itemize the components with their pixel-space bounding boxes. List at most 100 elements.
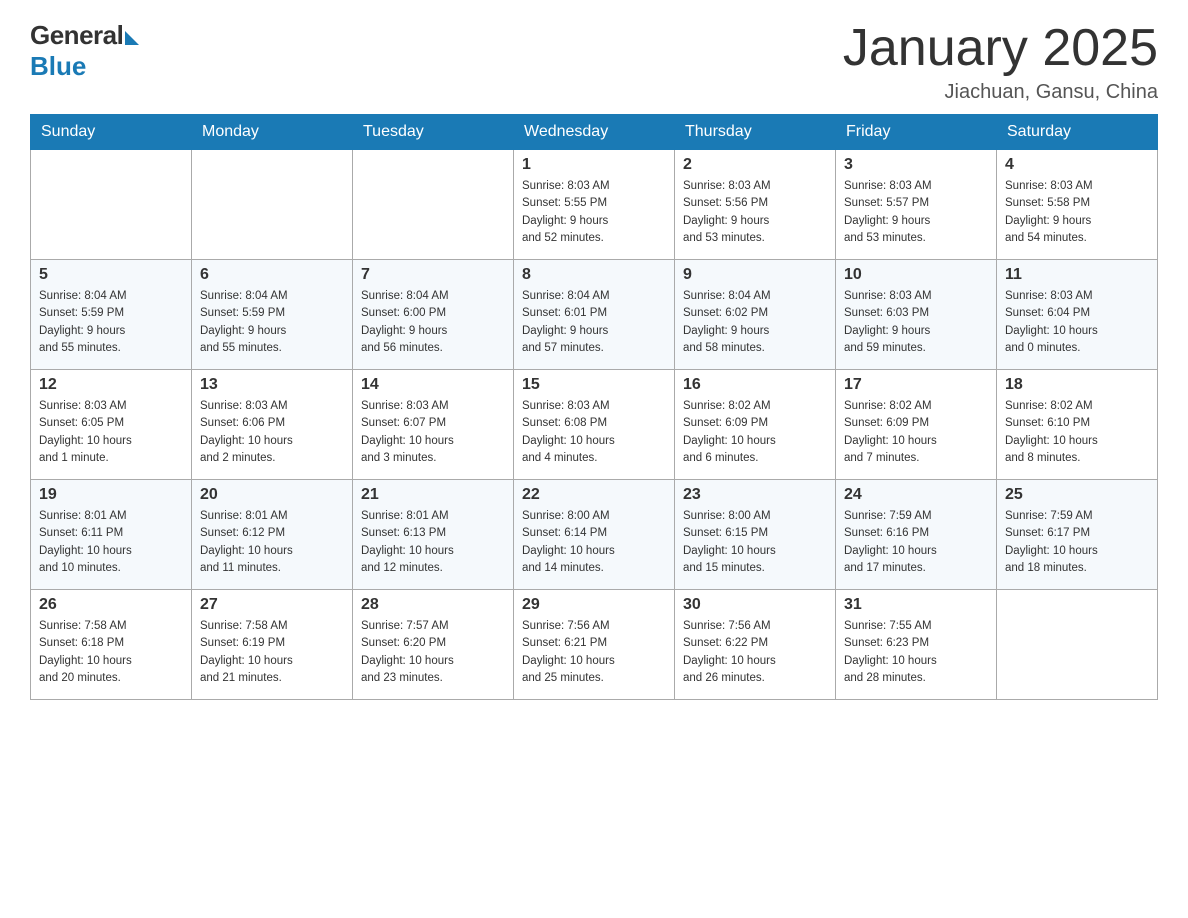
day-info: Sunrise: 7:57 AM Sunset: 6:20 PM Dayligh… (361, 618, 505, 687)
calendar-cell: 17 Sunrise: 8:02 AM Sunset: 6:09 PM Dayli… (836, 370, 997, 480)
header-cell-thursday: Thursday (675, 115, 836, 150)
day-number: 10 (844, 266, 988, 284)
day-number: 8 (522, 266, 666, 284)
calendar-cell (353, 150, 514, 260)
calendar-cell: 8 Sunrise: 8:04 AM Sunset: 6:01 PM Daylig… (514, 260, 675, 370)
day-number: 12 (39, 376, 183, 394)
calendar-week-row: 26 Sunrise: 7:58 AM Sunset: 6:18 PM Dayli… (31, 590, 1158, 700)
calendar-week-row: 1 Sunrise: 8:03 AM Sunset: 5:55 PM Daylig… (31, 150, 1158, 260)
calendar-cell: 7 Sunrise: 8:04 AM Sunset: 6:00 PM Daylig… (353, 260, 514, 370)
day-info: Sunrise: 8:03 AM Sunset: 6:05 PM Dayligh… (39, 398, 183, 467)
location-title: Jiachuan, Gansu, China (843, 81, 1158, 104)
day-number: 1 (522, 156, 666, 174)
calendar-week-row: 12 Sunrise: 8:03 AM Sunset: 6:05 PM Dayli… (31, 370, 1158, 480)
day-info: Sunrise: 8:03 AM Sunset: 6:08 PM Dayligh… (522, 398, 666, 467)
day-info: Sunrise: 8:04 AM Sunset: 6:00 PM Dayligh… (361, 288, 505, 357)
day-info: Sunrise: 8:00 AM Sunset: 6:15 PM Dayligh… (683, 508, 827, 577)
day-number: 18 (1005, 376, 1149, 394)
day-info: Sunrise: 8:03 AM Sunset: 5:58 PM Dayligh… (1005, 178, 1149, 247)
day-info: Sunrise: 8:03 AM Sunset: 6:07 PM Dayligh… (361, 398, 505, 467)
calendar-cell: 14 Sunrise: 8:03 AM Sunset: 6:07 PM Dayli… (353, 370, 514, 480)
day-number: 15 (522, 376, 666, 394)
day-number: 27 (200, 596, 344, 614)
day-info: Sunrise: 8:03 AM Sunset: 6:04 PM Dayligh… (1005, 288, 1149, 357)
calendar-cell (997, 590, 1158, 700)
day-info: Sunrise: 8:02 AM Sunset: 6:09 PM Dayligh… (844, 398, 988, 467)
calendar-cell: 10 Sunrise: 8:03 AM Sunset: 6:03 PM Dayli… (836, 260, 997, 370)
day-number: 4 (1005, 156, 1149, 174)
day-number: 20 (200, 486, 344, 504)
calendar-week-row: 19Sunrise: 8:01 AM Sunset: 6:11 PM Dayli… (31, 480, 1158, 590)
calendar-cell: 1 Sunrise: 8:03 AM Sunset: 5:55 PM Daylig… (514, 150, 675, 260)
day-info: Sunrise: 7:58 AM Sunset: 6:18 PM Dayligh… (39, 618, 183, 687)
day-info: Sunrise: 8:02 AM Sunset: 6:09 PM Dayligh… (683, 398, 827, 467)
day-info: Sunrise: 8:04 AM Sunset: 6:01 PM Dayligh… (522, 288, 666, 357)
day-number: 5 (39, 266, 183, 284)
day-number: 22 (522, 486, 666, 504)
calendar-table: SundayMondayTuesdayWednesdayThursdayFrid… (30, 114, 1158, 700)
day-info: Sunrise: 7:59 AM Sunset: 6:17 PM Dayligh… (1005, 508, 1149, 577)
day-info: Sunrise: 8:03 AM Sunset: 5:55 PM Dayligh… (522, 178, 666, 247)
day-number: 28 (361, 596, 505, 614)
page-header: General Blue January 2025 Jiachuan, Gans… (30, 20, 1158, 104)
calendar-cell: 20Sunrise: 8:01 AM Sunset: 6:12 PM Dayli… (192, 480, 353, 590)
day-info: Sunrise: 7:59 AM Sunset: 6:16 PM Dayligh… (844, 508, 988, 577)
day-info: Sunrise: 8:03 AM Sunset: 6:03 PM Dayligh… (844, 288, 988, 357)
calendar-cell: 13Sunrise: 8:03 AM Sunset: 6:06 PM Dayli… (192, 370, 353, 480)
day-number: 19 (39, 486, 183, 504)
day-number: 14 (361, 376, 505, 394)
day-number: 30 (683, 596, 827, 614)
day-number: 31 (844, 596, 988, 614)
logo-triangle-icon (125, 31, 139, 45)
header-row: SundayMondayTuesdayWednesdayThursdayFrid… (31, 115, 1158, 150)
day-info: Sunrise: 8:02 AM Sunset: 6:10 PM Dayligh… (1005, 398, 1149, 467)
day-number: 2 (683, 156, 827, 174)
day-number: 24 (844, 486, 988, 504)
calendar-cell: 24 Sunrise: 7:59 AM Sunset: 6:16 PM Dayli… (836, 480, 997, 590)
logo-blue-text: Blue (30, 51, 86, 82)
calendar-cell (31, 150, 192, 260)
day-number: 29 (522, 596, 666, 614)
day-info: Sunrise: 7:58 AM Sunset: 6:19 PM Dayligh… (200, 618, 344, 687)
day-info: Sunrise: 8:04 AM Sunset: 5:59 PM Dayligh… (39, 288, 183, 357)
calendar-cell: 6 Sunrise: 8:04 AM Sunset: 5:59 PM Daylig… (192, 260, 353, 370)
calendar-cell: 26 Sunrise: 7:58 AM Sunset: 6:18 PM Dayli… (31, 590, 192, 700)
calendar-cell: 3 Sunrise: 8:03 AM Sunset: 5:57 PM Daylig… (836, 150, 997, 260)
day-info: Sunrise: 8:04 AM Sunset: 6:02 PM Dayligh… (683, 288, 827, 357)
calendar-cell: 15 Sunrise: 8:03 AM Sunset: 6:08 PM Dayli… (514, 370, 675, 480)
day-number: 3 (844, 156, 988, 174)
day-info: Sunrise: 7:55 AM Sunset: 6:23 PM Dayligh… (844, 618, 988, 687)
calendar-cell: 28 Sunrise: 7:57 AM Sunset: 6:20 PM Dayli… (353, 590, 514, 700)
calendar-cell: 19Sunrise: 8:01 AM Sunset: 6:11 PM Dayli… (31, 480, 192, 590)
header-cell-tuesday: Tuesday (353, 115, 514, 150)
day-number: 23 (683, 486, 827, 504)
day-number: 26 (39, 596, 183, 614)
header-cell-wednesday: Wednesday (514, 115, 675, 150)
day-info: Sunrise: 8:04 AM Sunset: 5:59 PM Dayligh… (200, 288, 344, 357)
calendar-cell: 25 Sunrise: 7:59 AM Sunset: 6:17 PM Dayli… (997, 480, 1158, 590)
day-info: Sunrise: 8:03 AM Sunset: 6:06 PM Dayligh… (200, 398, 344, 467)
day-info: Sunrise: 8:01 AM Sunset: 6:13 PM Dayligh… (361, 508, 505, 577)
calendar-cell: 27 Sunrise: 7:58 AM Sunset: 6:19 PM Dayli… (192, 590, 353, 700)
day-number: 25 (1005, 486, 1149, 504)
day-number: 17 (844, 376, 988, 394)
day-number: 11 (1005, 266, 1149, 284)
calendar-cell: 5 Sunrise: 8:04 AM Sunset: 5:59 PM Daylig… (31, 260, 192, 370)
calendar-week-row: 5 Sunrise: 8:04 AM Sunset: 5:59 PM Daylig… (31, 260, 1158, 370)
day-number: 7 (361, 266, 505, 284)
header-cell-monday: Monday (192, 115, 353, 150)
calendar-cell: 16 Sunrise: 8:02 AM Sunset: 6:09 PM Dayli… (675, 370, 836, 480)
logo-general-text: General (30, 20, 123, 51)
day-number: 21 (361, 486, 505, 504)
header-cell-saturday: Saturday (997, 115, 1158, 150)
calendar-cell: 18 Sunrise: 8:02 AM Sunset: 6:10 PM Dayli… (997, 370, 1158, 480)
calendar-cell: 21 Sunrise: 8:01 AM Sunset: 6:13 PM Dayli… (353, 480, 514, 590)
day-info: Sunrise: 8:03 AM Sunset: 5:57 PM Dayligh… (844, 178, 988, 247)
calendar-cell: 29Sunrise: 7:56 AM Sunset: 6:21 PM Dayli… (514, 590, 675, 700)
calendar-cell: 30Sunrise: 7:56 AM Sunset: 6:22 PM Dayli… (675, 590, 836, 700)
header-cell-friday: Friday (836, 115, 997, 150)
day-number: 6 (200, 266, 344, 284)
day-number: 16 (683, 376, 827, 394)
title-block: January 2025 Jiachuan, Gansu, China (843, 20, 1158, 104)
calendar-cell: 4 Sunrise: 8:03 AM Sunset: 5:58 PM Daylig… (997, 150, 1158, 260)
